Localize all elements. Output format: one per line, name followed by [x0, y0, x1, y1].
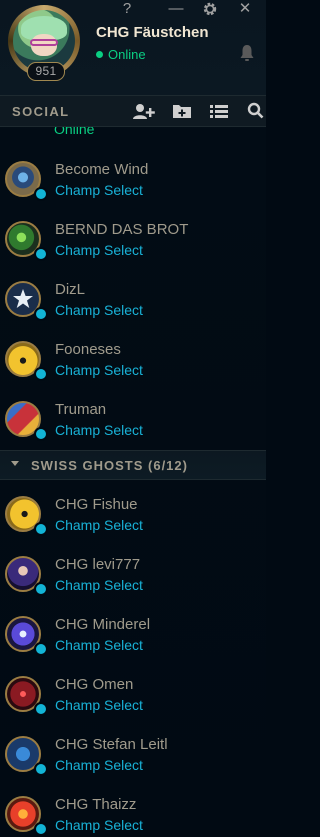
friend-name: CHG Thaizz	[55, 796, 137, 813]
profile-header: 951 CHG Fäustchen Online ? — ✕	[0, 0, 266, 95]
friend-row[interactable]: CHG Minderel Champ Select	[0, 609, 266, 669]
friend-row[interactable]: CHG Fishue Champ Select	[0, 489, 266, 549]
partial-status-text: Online	[54, 127, 95, 137]
friend-name: CHG Minderel	[55, 616, 151, 633]
friend-row[interactable]: DizL Champ Select	[0, 274, 266, 334]
minimize-icon[interactable]: —	[166, 0, 186, 18]
friend-name: DizL	[55, 281, 86, 298]
friend-status: Champ Select	[55, 302, 143, 318]
champ-select-status-dot	[34, 762, 48, 776]
friend-name: CHG Fishue	[55, 496, 138, 513]
friend-name: CHG Omen	[55, 676, 134, 693]
friend-status: Champ Select	[55, 817, 143, 833]
friend-row[interactable]: CHG Stefan Leitl Champ Select	[0, 729, 266, 789]
friend-row[interactable]: CHG levi777 Champ Select	[0, 549, 266, 609]
add-friend-icon[interactable]	[132, 102, 155, 122]
group-label: SWISS GHOSTS (6/12)	[31, 458, 188, 473]
friend-row[interactable]: Truman Champ Select	[0, 394, 266, 454]
friend-name: CHG Stefan Leitl	[55, 736, 168, 753]
profile-username: CHG Fäustchen	[96, 24, 209, 41]
friend-status: Champ Select	[55, 577, 143, 593]
friend-group-header[interactable]: SWISS GHOSTS (6/12)	[0, 450, 266, 480]
list-view-icon[interactable]	[209, 102, 231, 122]
champ-select-status-dot	[34, 367, 48, 381]
champ-select-status-dot	[34, 187, 48, 201]
settings-icon[interactable]	[200, 0, 220, 18]
friend-row[interactable]: CHG Thaizz Champ Select	[0, 789, 266, 837]
online-status-dot	[96, 50, 103, 58]
friend-status: Champ Select	[55, 757, 143, 773]
champ-select-status-dot	[34, 307, 48, 321]
social-toolbar: SOCIAL	[0, 95, 266, 127]
friend-name: CHG levi777	[55, 556, 141, 573]
social-panel: 951 CHG Fäustchen Online ? — ✕ SOCIAL On…	[0, 0, 266, 837]
friend-status: Champ Select	[55, 697, 143, 713]
level-badge: 951	[27, 62, 65, 81]
add-folder-icon[interactable]	[172, 102, 194, 122]
friend-name: BERND DAS BROT	[55, 221, 189, 238]
profile-status[interactable]: Online	[96, 46, 146, 62]
champ-select-status-dot	[34, 582, 48, 596]
search-icon[interactable]	[247, 102, 266, 122]
social-label: SOCIAL	[12, 104, 70, 119]
friend-row[interactable]: Become Wind Champ Select	[0, 154, 266, 214]
friend-row[interactable]: BERND DAS BROT Champ Select	[0, 214, 266, 274]
close-icon[interactable]: ✕	[235, 0, 255, 18]
friend-list[interactable]: Online Become Wind Champ Select BERND DA…	[0, 127, 266, 837]
friend-row[interactable]: CHG Omen Champ Select	[0, 669, 266, 729]
help-icon[interactable]: ?	[117, 0, 137, 18]
friend-row[interactable]: Fooneses Champ Select	[0, 334, 266, 394]
friend-status: Champ Select	[55, 182, 143, 198]
friend-name: Truman	[55, 401, 107, 418]
friend-status: Champ Select	[55, 637, 143, 653]
caret-down-icon	[11, 461, 19, 466]
friend-status: Champ Select	[55, 517, 143, 533]
friend-name: Become Wind	[55, 161, 149, 178]
friend-status: Champ Select	[55, 422, 143, 438]
champ-select-status-dot	[34, 702, 48, 716]
friend-name: Fooneses	[55, 341, 121, 358]
friend-status: Champ Select	[55, 362, 143, 378]
champ-select-status-dot	[34, 642, 48, 656]
champ-select-status-dot	[34, 427, 48, 441]
friend-status: Champ Select	[55, 242, 143, 258]
champ-select-status-dot	[34, 522, 48, 536]
champ-select-status-dot	[34, 822, 48, 836]
profile-status-text: Online	[108, 46, 146, 62]
notifications-bell-icon[interactable]	[240, 44, 254, 62]
champ-select-status-dot	[34, 247, 48, 261]
